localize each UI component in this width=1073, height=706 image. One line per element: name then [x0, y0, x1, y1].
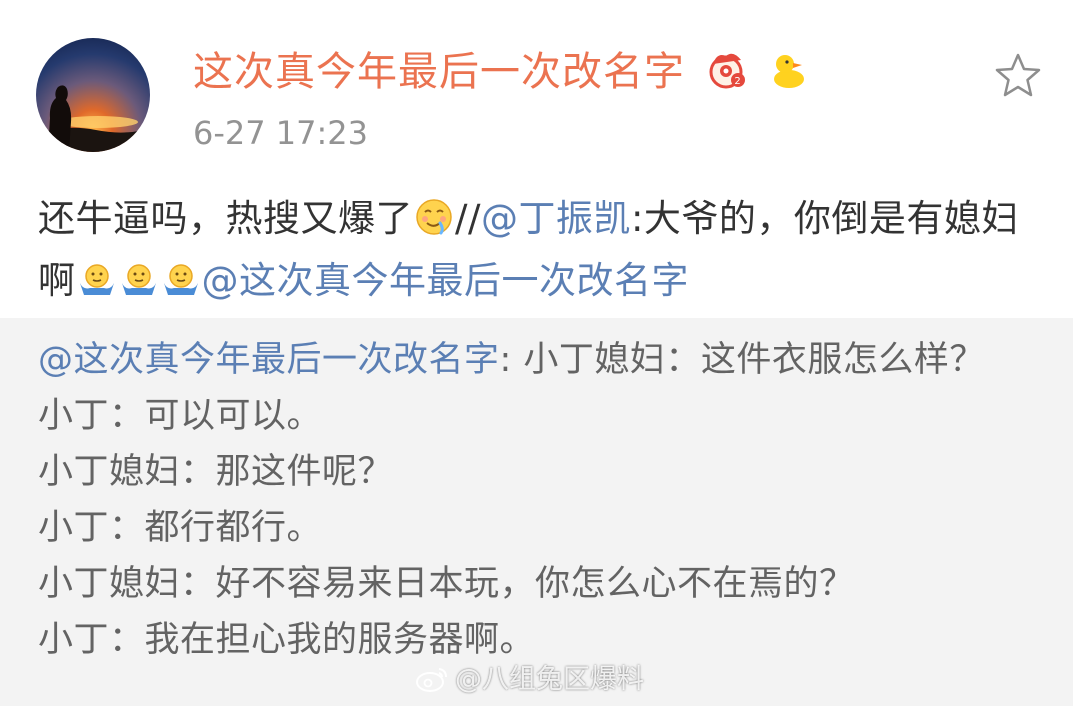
shrug-face-icon	[163, 264, 198, 295]
mention-link[interactable]: @这次真今年最后一次改名字	[202, 259, 690, 302]
repost-line: 小丁媳妇：那这件呢？	[38, 452, 394, 492]
username-link[interactable]: 这次真今年最后一次改名字	[193, 49, 685, 95]
svg-text:2: 2	[734, 76, 741, 87]
post-body: 还牛逼吗，热搜又爆了 //@丁振凯:大爷的，你倒是有媳妇啊 @这次真今年最后一次…	[38, 188, 1038, 312]
avatar[interactable]	[36, 38, 150, 152]
shrug-face-icon	[79, 264, 114, 295]
repost-body: @这次真今年最后一次改名字: 小丁媳妇：这件衣服怎么样？ 小丁：可以可以。 小丁…	[38, 332, 1038, 668]
repost-line: 小丁：都行都行。	[38, 508, 323, 548]
vip-badge-icon: 2	[709, 53, 745, 89]
repost-line: 小丁媳妇：好不容易来日本玩，你怎么心不在焉的？	[38, 564, 855, 604]
weibo-logo-icon	[416, 668, 447, 692]
repost-first-text: : 小丁媳妇：这件衣服怎么样？	[499, 340, 985, 380]
repost-line: 小丁：可以可以。	[38, 396, 323, 436]
post-separator: //	[455, 197, 481, 240]
repost-line: 小丁：我在担心我的服务器啊。	[38, 620, 536, 660]
watermark-text: @八组兔区爆料	[455, 664, 644, 695]
drooling-face-icon	[416, 199, 452, 235]
favorite-star-icon[interactable]	[993, 52, 1043, 98]
repost-first-line: @这次真今年最后一次改名字: 小丁媳妇：这件衣服怎么样？	[38, 332, 1038, 388]
avatar-silhouette-icon	[36, 85, 150, 152]
repost-card[interactable]: @这次真今年最后一次改名字: 小丁媳妇：这件衣服怎么样？ 小丁：可以可以。 小丁…	[0, 318, 1073, 706]
duck-icon	[774, 55, 805, 88]
repost-author-mention[interactable]: @这次真今年最后一次改名字	[38, 340, 500, 380]
mention-link[interactable]: @丁振凯	[481, 197, 631, 240]
post-timestamp: 6-27 17:23	[193, 114, 369, 152]
username-row: 这次真今年最后一次改名字 2	[193, 46, 808, 98]
watermark: @八组兔区爆料	[415, 662, 644, 698]
shrug-face-icon	[121, 264, 156, 295]
post-text-part1: 还牛逼吗，热搜又爆了	[38, 197, 413, 240]
